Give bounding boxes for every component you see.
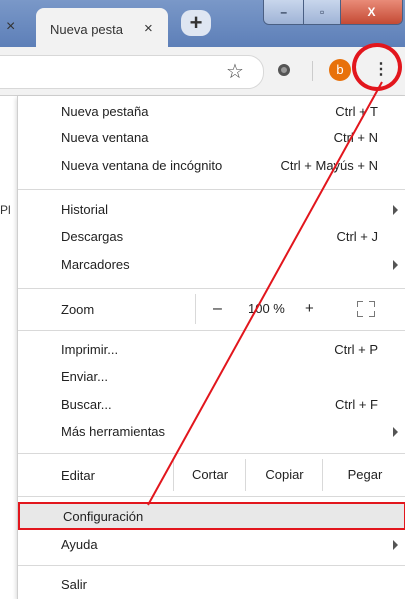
menu-item-buscar[interactable]: Buscar... Ctrl + F xyxy=(18,392,405,418)
submenu-arrow-icon xyxy=(393,540,398,550)
menu-item-imprimir[interactable]: Imprimir... Ctrl + P xyxy=(18,337,405,363)
menu-item-label: Nueva ventana de incógnito xyxy=(61,158,223,173)
menu-item-label: Más herramientas xyxy=(61,424,166,439)
edit-label: Editar xyxy=(61,468,95,483)
zoom-level: 100 % xyxy=(248,301,285,316)
tab-title: Nueva pesta xyxy=(50,22,123,37)
annotation-circle xyxy=(352,43,402,91)
cut-button[interactable]: Cortar xyxy=(173,459,246,491)
zoom-label: Zoom xyxy=(61,302,95,317)
edit-row: Editar Cortar Copiar Pegar xyxy=(18,459,405,491)
address-bar[interactable] xyxy=(0,55,264,89)
menu-item-shortcut: Ctrl + P xyxy=(334,342,378,357)
tab-close-icon[interactable]: × xyxy=(144,20,153,37)
zoom-out-button[interactable]: – xyxy=(213,300,222,318)
maximize-button[interactable]: ▫ xyxy=(304,0,341,24)
menu-item-nueva-pestana[interactable]: Nueva pestaña Ctrl + T xyxy=(18,99,405,125)
menu-item-shortcut: Ctrl + J xyxy=(336,229,378,244)
menu-divider xyxy=(18,565,405,566)
menu-item-label: Buscar... xyxy=(61,397,112,412)
submenu-arrow-icon xyxy=(393,260,398,270)
menu-item-mas-herramientas[interactable]: Más herramientas xyxy=(18,419,405,445)
menu-item-label: Descargas xyxy=(61,229,124,244)
menu-item-label: Enviar... xyxy=(61,369,108,384)
menu-divider xyxy=(18,453,405,454)
menu-item-label: Nueva ventana xyxy=(61,130,149,145)
chrome-main-menu: Nueva pestaña Ctrl + T Nueva ventana Ctr… xyxy=(17,96,405,599)
extension-icon[interactable] xyxy=(278,64,290,76)
menu-item-nueva-ventana[interactable]: Nueva ventana Ctrl + N xyxy=(18,125,405,151)
menu-item-shortcut: Ctrl + T xyxy=(335,104,378,119)
menu-item-shortcut: Ctrl + N xyxy=(333,130,378,145)
browser-toolbar: ☆ b ⋮ xyxy=(0,47,405,96)
profile-avatar[interactable]: b xyxy=(329,59,351,81)
toolbar-divider xyxy=(312,61,313,81)
menu-item-ayuda[interactable]: Ayuda xyxy=(18,532,405,558)
menu-item-label: Historial xyxy=(61,202,108,217)
menu-item-label: Imprimir... xyxy=(61,342,119,357)
menu-item-enviar[interactable]: Enviar... xyxy=(18,364,405,390)
menu-item-shortcut: Ctrl + Mayús + N xyxy=(280,158,378,173)
page-text-fragment: Pl xyxy=(0,203,11,217)
previous-tab-close-icon[interactable]: × xyxy=(6,18,15,36)
menu-item-ventana-incognito[interactable]: Nueva ventana de incógnito Ctrl + Mayús … xyxy=(18,153,405,179)
bookmark-star-icon[interactable]: ☆ xyxy=(226,59,244,84)
menu-item-label: Nueva pestaña xyxy=(61,104,149,119)
submenu-arrow-icon xyxy=(393,205,398,215)
submenu-arrow-icon xyxy=(393,427,398,437)
minimize-button[interactable]: – xyxy=(264,0,305,24)
menu-item-label: Marcadores xyxy=(61,257,130,272)
window-controls: – ▫ X xyxy=(263,0,403,25)
menu-divider xyxy=(18,288,405,289)
menu-item-label: Salir xyxy=(61,577,88,592)
fullscreen-icon[interactable] xyxy=(357,301,375,317)
zoom-in-button[interactable]: + xyxy=(305,300,314,317)
copy-button[interactable]: Copiar xyxy=(245,459,323,491)
menu-divider xyxy=(18,496,405,497)
menu-item-label: Ayuda xyxy=(61,537,98,552)
menu-item-descargas[interactable]: Descargas Ctrl + J xyxy=(18,224,405,250)
menu-divider xyxy=(18,189,405,190)
menu-item-marcadores[interactable]: Marcadores xyxy=(18,252,405,278)
menu-item-historial[interactable]: Historial xyxy=(18,197,405,223)
menu-item-salir[interactable]: Salir xyxy=(18,572,405,598)
new-tab-button[interactable]: + xyxy=(181,10,211,36)
close-window-button[interactable]: X xyxy=(340,0,402,24)
menu-item-configuracion[interactable]: Configuración xyxy=(18,502,405,530)
menu-item-shortcut: Ctrl + F xyxy=(335,397,378,412)
page-content: Pl xyxy=(0,96,17,599)
zoom-divider xyxy=(195,294,196,324)
paste-button[interactable]: Pegar xyxy=(322,459,405,491)
menu-item-label: Configuración xyxy=(63,509,144,524)
title-bar: × Nueva pesta × + – ▫ X xyxy=(0,0,405,47)
tab-nueva-pestana[interactable]: Nueva pesta × xyxy=(36,8,168,47)
menu-divider xyxy=(18,330,405,331)
zoom-row: Zoom – 100 % + xyxy=(18,294,405,324)
